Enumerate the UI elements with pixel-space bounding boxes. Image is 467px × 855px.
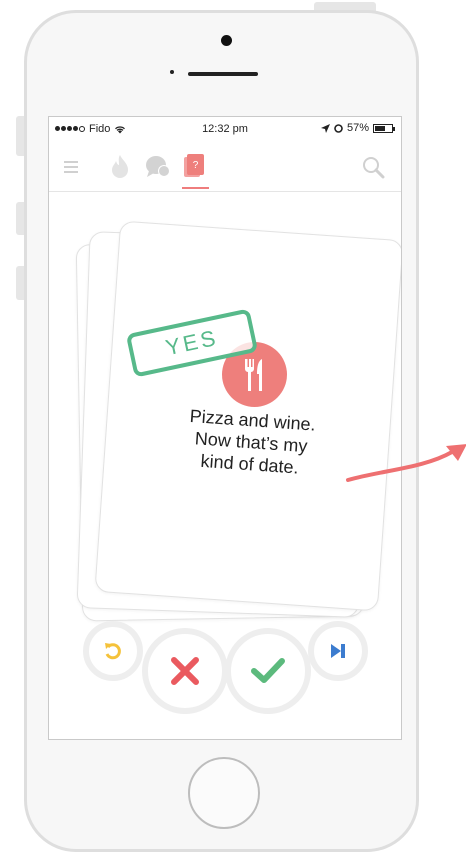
question-card[interactable]: Pizza and wine. Now that’s my kind of da… [94, 220, 401, 612]
alarm-icon [334, 123, 343, 133]
earpiece-speaker [188, 72, 258, 76]
card-stack: Pizza and wine. Now that’s my kind of da… [49, 192, 401, 622]
undo-icon [105, 643, 121, 660]
active-tab-indicator [182, 187, 209, 189]
fork-knife-icon [244, 358, 262, 391]
status-right: 57% [320, 122, 395, 134]
home-button[interactable] [188, 757, 260, 829]
phone-screen: Fido 12:32 pm 57% ? Pizza and wine. Now … [48, 116, 402, 740]
battery-icon [373, 123, 395, 133]
action-buttons [49, 607, 401, 714]
top-navigation: ? [49, 141, 401, 192]
location-arrow-icon [320, 123, 330, 133]
cards-icon[interactable]: ? [183, 154, 205, 180]
nope-button[interactable] [142, 628, 228, 714]
skip-icon [331, 644, 345, 658]
chat-icon[interactable] [145, 154, 171, 180]
swipe-arrow-annotation [346, 444, 466, 482]
front-camera [221, 35, 232, 46]
menu-icon[interactable] [64, 161, 78, 176]
search-icon[interactable] [361, 155, 385, 179]
proximity-sensor [170, 70, 174, 74]
flame-icon[interactable] [109, 154, 131, 180]
svg-text:?: ? [193, 160, 199, 171]
like-button[interactable] [225, 628, 311, 714]
check-icon [251, 658, 285, 683]
card-question-text: Pizza and wine. Now that’s my kind of da… [189, 405, 317, 478]
undo-button[interactable] [83, 621, 143, 681]
battery-percent: 57% [346, 122, 369, 134]
skip-button[interactable] [308, 621, 368, 681]
close-icon [171, 657, 199, 685]
status-bar: Fido 12:32 pm 57% [49, 117, 401, 141]
